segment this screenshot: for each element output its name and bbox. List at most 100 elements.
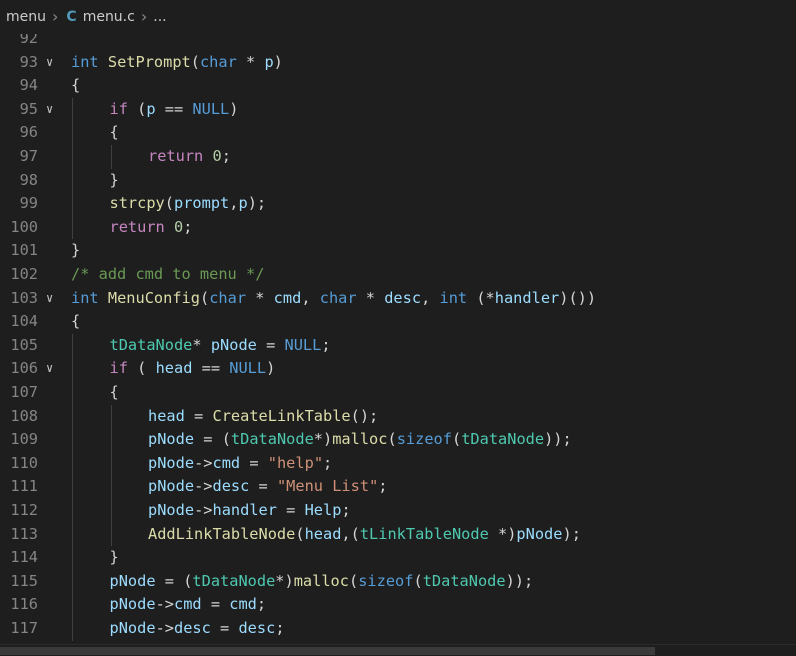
code-editor[interactable]: 92 93 ∨ int SetPrompt(char * p) 94{95 ∨ if (p … — [0, 34, 796, 644]
code-line[interactable]: 98} — [0, 169, 796, 193]
code-line[interactable]: 117 pNode->desc = desc; — [0, 617, 796, 641]
indent-guide — [72, 357, 73, 381]
line-number: 96 — [19, 123, 38, 142]
indent-guide — [72, 121, 73, 145]
code-token: head — [304, 524, 342, 543]
fold-chevron-icon[interactable]: ∨ — [46, 357, 64, 381]
code-token: , — [301, 288, 320, 307]
breadcrumb-file[interactable]: menu.c — [83, 9, 135, 25]
line-number: 108 — [10, 406, 38, 425]
code-token: prompt — [173, 194, 230, 213]
code-line[interactable]: 95 ∨ if (p == NULL) — [0, 98, 796, 122]
code-line[interactable]: 109 pNode = (tDataNode*)malloc(sizeof(tDa… — [0, 428, 796, 452]
code-line[interactable]: 112 pNode->handler = Help; — [0, 499, 796, 523]
code-line[interactable]: 114} — [0, 546, 796, 570]
code-token: ( — [387, 430, 397, 449]
code-token: pNode — [148, 430, 195, 449]
code-token: = — [256, 335, 285, 354]
line-number: 114 — [10, 548, 38, 567]
code-token: )); — [505, 571, 534, 590]
code-token: } — [109, 548, 119, 567]
indent-guide — [72, 499, 73, 523]
code-token: ) — [266, 359, 276, 378]
breadcrumb-symbol[interactable]: ... — [153, 9, 166, 25]
code-line[interactable]: 104 { — [0, 310, 796, 334]
code-line[interactable]: 107 { — [0, 381, 796, 405]
horizontal-scrollbar[interactable] — [0, 644, 796, 656]
code-line[interactable]: 111 pNode->desc = "Menu List"; — [0, 475, 796, 499]
code-line[interactable]: 106 ∨ if ( head == NULL) — [0, 357, 796, 381]
code-line[interactable]: 103 ∨ int MenuConfig(char * cmd, char * de… — [0, 287, 796, 311]
code-token: ( — [199, 288, 210, 307]
code-token: cmd — [173, 595, 202, 614]
code-line[interactable]: 97 return 0; — [0, 145, 796, 169]
code-token: int — [71, 288, 99, 307]
code-line[interactable]: 96 { — [0, 121, 796, 145]
code-token: return — [109, 217, 165, 236]
breadcrumb-folder[interactable]: menu — [6, 9, 46, 25]
code-token: "Menu List" — [276, 477, 379, 496]
code-token: -> — [194, 477, 213, 496]
indent-guide — [72, 617, 73, 641]
line-number: 101 — [10, 241, 38, 260]
indent-guide — [72, 546, 73, 570]
code-token: cmd — [273, 288, 302, 307]
code-line[interactable]: 92 — [0, 34, 796, 51]
code-line[interactable]: 115 pNode = (tDataNode*)malloc(sizeof(tDa… — [0, 570, 796, 594]
code-token: -> — [155, 595, 174, 614]
code-line[interactable]: 100 return 0; — [0, 216, 796, 240]
code-text: pNode->desc = desc; — [110, 617, 285, 641]
code-token: ); — [247, 194, 267, 213]
code-token: tDataNode — [422, 571, 506, 590]
code-line[interactable]: 105 tDataNode* pNode = NULL; — [0, 334, 796, 358]
code-line[interactable]: 116 pNode->cmd = cmd; — [0, 593, 796, 617]
code-token: )); — [544, 430, 572, 449]
code-token: ; — [256, 595, 267, 614]
code-token: * — [356, 288, 385, 307]
code-token: { — [71, 312, 81, 331]
code-line[interactable]: 101} — [0, 239, 796, 263]
indent-guide — [72, 215, 73, 240]
code-text: if ( head == NULL) — [110, 357, 276, 381]
code-text: /* add cmd to menu */ — [71, 263, 264, 287]
scrollbar-thumb[interactable] — [0, 647, 655, 655]
line-number: 110 — [10, 453, 38, 472]
code-token: ,( — [341, 524, 360, 543]
indent-guide — [72, 145, 73, 169]
code-token: desc — [173, 619, 211, 637]
code-token: p — [264, 52, 274, 71]
code-line[interactable]: 102 /* add cmd to menu */ — [0, 263, 796, 287]
code-text: { — [110, 121, 119, 145]
code-text: tDataNode* pNode = NULL; — [110, 334, 331, 358]
line-number: 97 — [19, 147, 38, 165]
code-token: pNode — [109, 595, 156, 614]
line-number: 113 — [10, 524, 38, 543]
code-token: * — [192, 335, 211, 354]
code-line[interactable]: 108 head = CreateLinkTable(); — [0, 405, 796, 429]
code-token: pNode — [516, 524, 563, 543]
code-line[interactable]: 113 AddLinkTableNode(head,(tLinkTableNode… — [0, 523, 796, 547]
indent-guide — [72, 475, 73, 499]
code-line[interactable]: 93 ∨ int SetPrompt(char * p) — [0, 51, 796, 75]
line-number: 95 — [19, 99, 38, 118]
code-line[interactable]: 99 strcpy(prompt,p); — [0, 192, 796, 216]
line-number: 102 — [10, 265, 38, 283]
code-text: strcpy(prompt,p); — [110, 192, 267, 216]
code-token: char — [319, 288, 357, 307]
code-line[interactable]: 110 pNode->cmd = "help"; — [0, 452, 796, 476]
code-token: p — [146, 99, 156, 118]
code-line[interactable]: 94 { — [0, 74, 796, 98]
code-text: int MenuConfig(char * cmd, char * desc, … — [71, 287, 596, 311]
fold-chevron-icon[interactable]: ∨ — [46, 287, 64, 311]
fold-chevron-icon[interactable]: ∨ — [46, 51, 64, 75]
code-token: * — [236, 52, 265, 71]
c-file-icon: C — [66, 9, 77, 25]
code-token: == — [155, 99, 193, 118]
fold-chevron-icon[interactable]: ∨ — [46, 98, 64, 122]
code-token: 0 — [173, 217, 184, 236]
code-token: (); — [350, 406, 379, 425]
line-number: 92 — [19, 34, 38, 47]
code-text: } — [71, 239, 80, 263]
